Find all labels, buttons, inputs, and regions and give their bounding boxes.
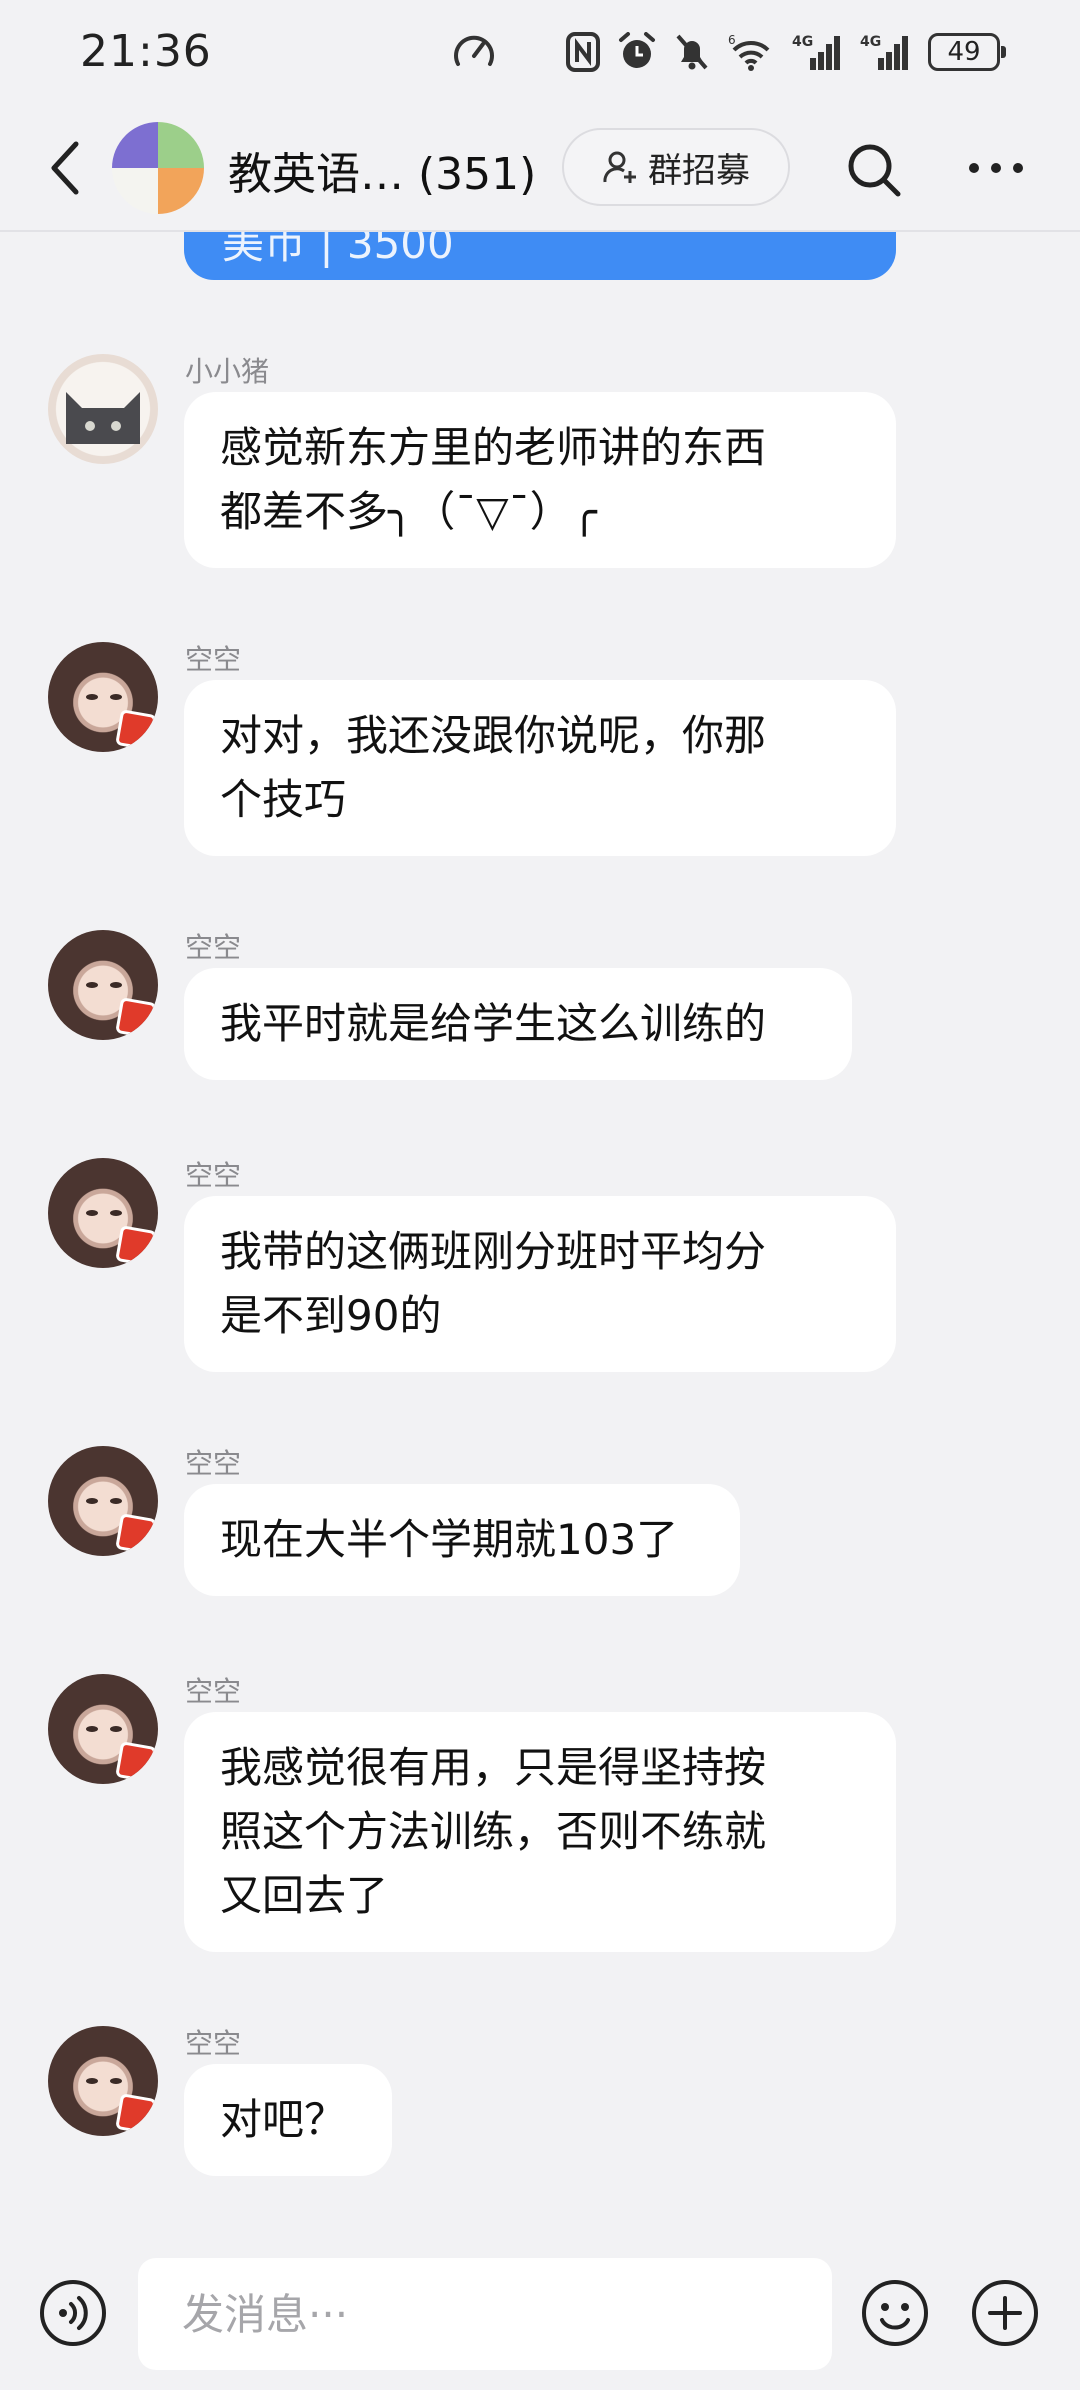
partial-message-text: 美币 | 3500 (222, 232, 454, 268)
message-text-line: 对吧？ (220, 2095, 347, 2144)
signal-4g-icon: 4G (792, 34, 840, 70)
sender-name: 空空 (185, 1675, 242, 1708)
message-text-line: 是不到90的 (220, 1291, 442, 1340)
message-text-line: 照这个方法训练，否则不练就 (220, 1807, 767, 1856)
nfc-icon (566, 32, 600, 72)
add-person-icon (603, 151, 636, 183)
message-text-line: 我带的这俩班刚分班时平均分 (220, 1227, 767, 1276)
message-input[interactable] (138, 2258, 832, 2370)
sender-name: 小小猪 (185, 355, 270, 388)
message-bubble[interactable]: 现在大半个学期就103了 (184, 1484, 740, 1596)
cat-face-icon (66, 392, 140, 444)
status-time: 21:36 (80, 26, 212, 77)
message-bubble[interactable]: 我感觉很有用，只是得坚持按 照这个方法训练，否则不练就 又回去了 (184, 1712, 896, 1952)
sender-name: 空空 (185, 2027, 242, 2060)
message-bubble[interactable]: 我带的这俩班刚分班时平均分 是不到90的 (184, 1196, 896, 1372)
message-text-line: 感觉新东方里的老师讲的东西 (220, 423, 767, 472)
svg-text:4G: 4G (860, 34, 881, 50)
group-title[interactable]: 教英语… (351) (228, 138, 536, 202)
speed-meter-icon (454, 35, 494, 66)
search-icon[interactable] (846, 142, 902, 198)
partial-message-bubble[interactable]: 美币 | 3500 (184, 232, 896, 280)
sender-name: 空空 (185, 1159, 242, 1192)
flag-badge-icon (115, 709, 157, 751)
back-arrow-icon[interactable] (46, 138, 86, 198)
message-text-line: 我平时就是给学生这么训练的 (220, 999, 767, 1048)
flag-badge-icon (115, 1741, 157, 1783)
message-text-line: 都差不多╮（¯▽¯）╭ (220, 487, 597, 536)
status-bar: 21:36 6 4G 4G 49 (0, 0, 1080, 106)
message-bubble[interactable]: 我平时就是给学生这么训练的 (184, 968, 852, 1080)
message-text-line: 个技巧 (220, 775, 347, 824)
svg-text:4G: 4G (792, 34, 813, 50)
svg-text:6: 6 (728, 33, 736, 47)
flag-badge-icon (115, 997, 157, 1039)
chat-messages[interactable]: 美币 | 3500 小小猪 感觉新东方里的老师讲的东西 都差不多╮（¯▽¯）╭ 空空对… (0, 232, 1080, 2232)
cat-avatar[interactable] (48, 354, 158, 464)
message-text-line: 现在大半个学期就103了 (220, 1515, 679, 1564)
message-bubble[interactable]: 对对，我还没跟你说呢，你那 个技巧 (184, 680, 896, 856)
flag-badge-icon (115, 1225, 157, 1267)
input-bar (0, 2238, 1080, 2390)
user-avatar[interactable] (48, 642, 158, 752)
plus-icon[interactable] (970, 2278, 1040, 2348)
chat-header: 教英语… (351) 群招募 (0, 106, 1080, 232)
emoji-icon[interactable] (860, 2278, 930, 2348)
sender-name: 空空 (185, 643, 242, 676)
message-text-line: 我感觉很有用，只是得坚持按 (220, 1743, 767, 1792)
message-bubble[interactable]: 对吧？ (184, 2064, 392, 2176)
mute-bell-icon (676, 34, 708, 70)
group-avatar[interactable] (112, 122, 204, 214)
group-recruit-button[interactable]: 群招募 (562, 128, 790, 206)
recruit-label: 群招募 (648, 150, 750, 191)
flag-badge-icon (115, 1513, 157, 1555)
voice-input-icon[interactable] (38, 2278, 108, 2348)
message-text-line: 又回去了 (220, 1871, 389, 1920)
sender-name: 空空 (185, 931, 242, 964)
more-options-icon[interactable] (968, 162, 1024, 174)
user-avatar[interactable] (48, 1158, 158, 1268)
user-avatar[interactable] (48, 2026, 158, 2136)
flag-badge-icon (115, 2093, 157, 2135)
message-bubble[interactable]: 感觉新东方里的老师讲的东西 都差不多╮（¯▽¯）╭ (184, 392, 896, 568)
message-text-line: 对对，我还没跟你说呢，你那 (220, 711, 767, 760)
sender-name: 空空 (185, 1447, 242, 1480)
user-avatar[interactable] (48, 1674, 158, 1784)
signal-4g-icon: 4G (860, 34, 908, 70)
battery-indicator: 49 (928, 33, 1006, 71)
status-icons: 6 4G 4G 49 (566, 30, 1006, 74)
user-avatar[interactable] (48, 930, 158, 1040)
wifi-icon: 6 (728, 33, 770, 71)
user-avatar[interactable] (48, 1446, 158, 1556)
battery-level: 49 (947, 37, 981, 67)
alarm-icon (619, 32, 655, 68)
